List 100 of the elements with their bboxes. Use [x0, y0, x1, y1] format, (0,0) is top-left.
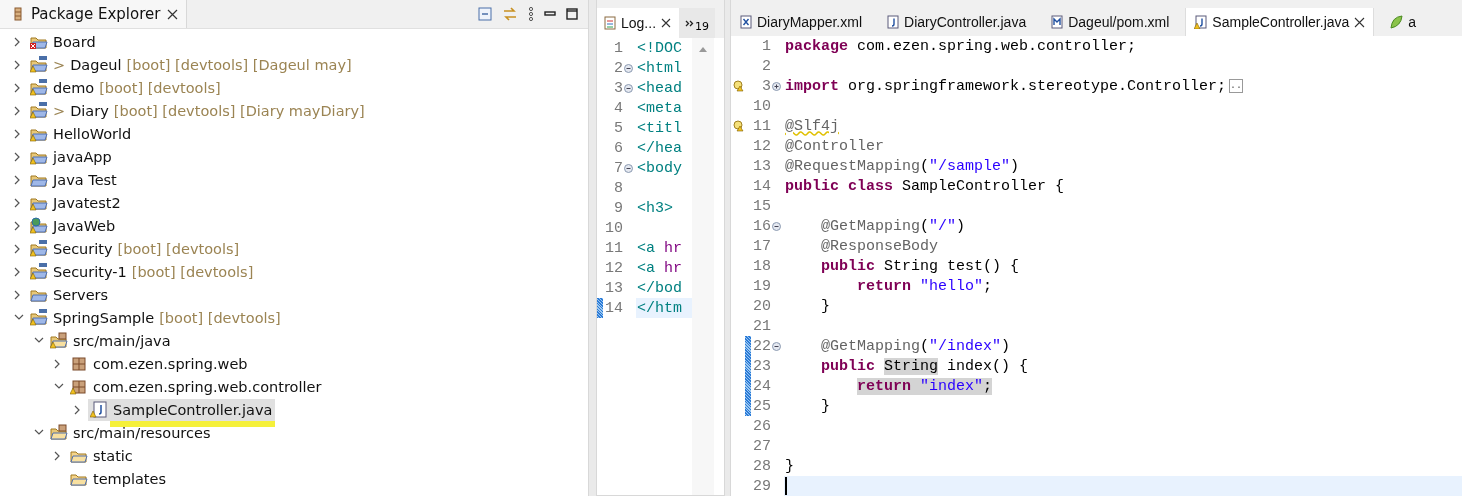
item-label: Security-1 — [53, 263, 127, 280]
chevron-right-icon[interactable] — [14, 197, 21, 208]
tree-item[interactable]: javaApp — [28, 145, 115, 168]
editor-tab[interactable]: a — [1382, 8, 1425, 36]
chevron-down-icon[interactable] — [54, 383, 64, 390]
code-line: <h3> — [636, 198, 674, 218]
collapse-icon[interactable] — [624, 63, 633, 73]
line-number: 21 — [752, 317, 771, 335]
view-tab[interactable]: Package Explorer — [0, 0, 188, 28]
tree-item[interactable]: static — [68, 444, 136, 467]
tree-item[interactable]: JavaWeb — [28, 214, 119, 237]
code-line: @Controller — [784, 136, 886, 156]
more-tabs-button[interactable]: 19 — [679, 8, 715, 38]
code-line: } — [820, 296, 831, 316]
collapse-icon[interactable] — [624, 163, 633, 173]
editor-tab[interactable]: Log... — [597, 8, 679, 38]
item-label: javaApp — [53, 148, 112, 165]
tree-item[interactable]: SpringSample [boot] [devtools] — [28, 306, 284, 329]
line-number: 5 — [613, 119, 623, 137]
tree-item[interactable]: com.ezen.spring.web — [68, 352, 251, 375]
editor-tab[interactable]: SampleController.java — [1185, 8, 1375, 36]
tree-item[interactable]: Security [boot] [devtools] — [28, 237, 243, 260]
line-number: 22 — [752, 337, 771, 355]
item-label: Javatest2 — [53, 194, 121, 211]
tree-item[interactable]: Servers — [28, 283, 112, 306]
tree-item[interactable]: Java Test — [28, 168, 120, 191]
chevron-right-icon[interactable] — [14, 36, 21, 47]
chevron-right-icon[interactable] — [54, 450, 61, 461]
code-line: </bod — [636, 278, 683, 298]
line-number: 19 — [752, 277, 771, 295]
menu-icon[interactable] — [528, 7, 534, 21]
line-number: 28 — [752, 457, 771, 475]
close-icon[interactable] — [167, 8, 179, 20]
tree-item[interactable]: src/main/java — [48, 329, 174, 352]
item-label: Security — [53, 240, 113, 257]
editor-tab[interactable]: DiaryController.java — [878, 8, 1035, 36]
item-label: templates — [93, 470, 166, 487]
chevron-right-icon[interactable] — [14, 289, 21, 300]
maximize-icon[interactable] — [566, 8, 578, 20]
chevron-right-icon[interactable] — [14, 105, 21, 116]
line-number: 25 — [752, 397, 771, 415]
code-line: </hea — [636, 138, 683, 158]
chevron-down-icon[interactable] — [34, 337, 44, 344]
line-number: 26 — [752, 417, 771, 435]
tree-item[interactable]: Security-1 [boot] [devtools] — [28, 260, 257, 283]
tree-item[interactable]: demo [boot] [devtools] — [28, 76, 224, 99]
collapse-all-icon[interactable] — [478, 7, 492, 21]
editor-tab[interactable]: Dageul/pom.xml — [1042, 8, 1178, 36]
scroll-up-icon[interactable] — [698, 46, 708, 53]
chevron-down-icon[interactable] — [14, 314, 24, 321]
close-icon[interactable] — [661, 18, 672, 28]
line-number: 8 — [613, 179, 623, 197]
code-line: @GetMapping("/") — [820, 216, 967, 236]
chevron-right-icon[interactable] — [14, 174, 21, 185]
code-line: <titl — [636, 118, 683, 138]
chevron-right-icon[interactable] — [14, 82, 21, 93]
tree-item[interactable]: > Diary [boot] [devtools] [Diary mayDiary] — [28, 99, 368, 122]
line-number: 13 — [752, 157, 771, 175]
tree-item[interactable]: HelloWorld — [28, 122, 135, 145]
tree-item[interactable]: Javatest2 — [28, 191, 124, 214]
line-number: 18 — [752, 257, 771, 275]
line-number: 11 — [604, 239, 623, 257]
line-number: 14 — [752, 177, 771, 195]
chevron-right-icon[interactable] — [14, 128, 21, 139]
chevron-right-icon[interactable] — [54, 358, 61, 369]
code-line: package com.ezen.spring.web.controller; — [784, 36, 1138, 56]
chevron-right-icon[interactable] — [14, 59, 21, 70]
code-line: @GetMapping("/index") — [820, 336, 1012, 356]
tree-item[interactable]: > Dageul [boot] [devtools] [Dageul may] — [28, 53, 355, 76]
line-number: 20 — [752, 297, 771, 315]
code-line: @Slf4j — [784, 116, 840, 136]
expand-icon[interactable] — [772, 81, 781, 91]
line-number: 10 — [604, 219, 623, 237]
code-line: <html — [636, 58, 683, 78]
tree-item[interactable]: templates — [68, 467, 169, 490]
chevron-right-icon[interactable] — [14, 243, 21, 254]
item-decoration: [boot] [devtools] — [117, 240, 240, 257]
item-label: Servers — [53, 286, 109, 303]
chevron-right-icon[interactable] — [14, 266, 21, 277]
close-icon[interactable] — [1354, 16, 1366, 28]
chevron-right-icon[interactable] — [14, 220, 21, 231]
editor-tab[interactable]: DiaryMapper.xml — [731, 8, 871, 36]
warning-bulb-icon[interactable] — [733, 80, 745, 92]
tree-item[interactable]: Board — [28, 30, 99, 53]
chevron-right-icon[interactable] — [14, 151, 21, 162]
chevron-down-icon[interactable] — [34, 429, 44, 436]
line-number: 12 — [604, 259, 623, 277]
collapse-icon[interactable] — [624, 83, 633, 93]
collapse-icon[interactable] — [772, 221, 781, 231]
chevron-right-icon[interactable] — [74, 404, 81, 415]
tree-item[interactable]: src/main/resources — [48, 421, 214, 444]
item-label: SampleController.java — [113, 401, 273, 418]
collapse-icon[interactable] — [772, 341, 781, 351]
line-number: 3 — [761, 77, 771, 95]
xml-file-icon — [739, 15, 752, 29]
tree-item[interactable]: com.ezen.spring.web.controller — [68, 375, 325, 398]
warning-bulb-icon[interactable] — [733, 120, 745, 132]
item-decoration: [boot] [devtools] — [99, 79, 221, 96]
line-number: 29 — [752, 477, 771, 495]
tree-item[interactable]: SampleController.java — [88, 398, 276, 421]
